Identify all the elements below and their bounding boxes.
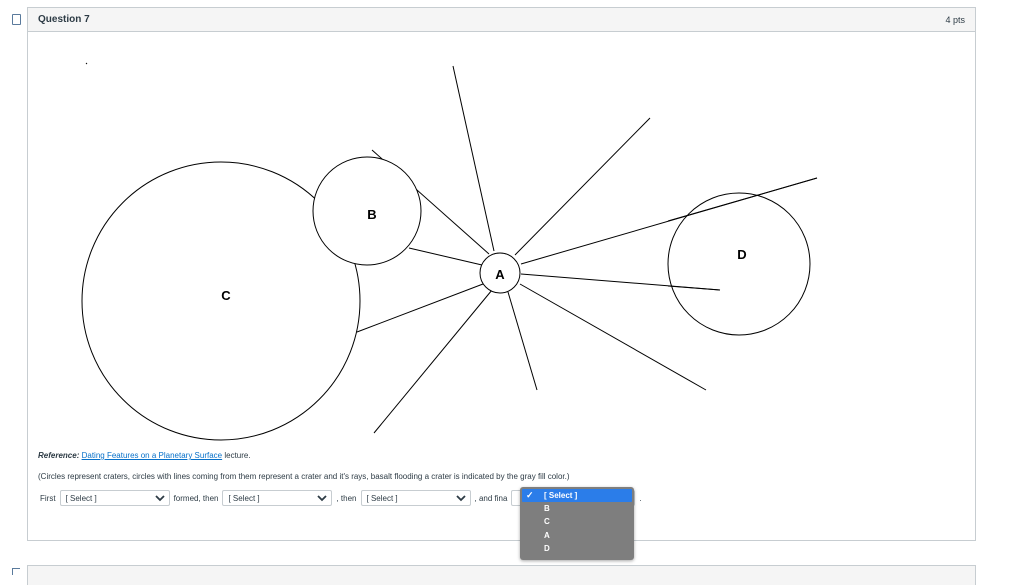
ray — [356, 283, 484, 333]
dropdown-option-label: A — [544, 530, 550, 540]
chevron-down-icon — [455, 495, 466, 502]
checkmark-icon: ✓ — [526, 490, 534, 501]
stray-mark — [85, 62, 88, 65]
question-title: Question 7 — [38, 14, 90, 25]
select-first[interactable]: [ Select ] — [59, 490, 170, 506]
dropdown-option-c[interactable]: C — [520, 515, 634, 528]
ray — [507, 291, 538, 391]
end-period: . — [639, 493, 642, 503]
ray — [373, 289, 493, 434]
crater-label-c: C — [221, 288, 231, 303]
next-question-card — [27, 565, 976, 585]
first-label: First — [40, 493, 56, 503]
crater-label-b: B — [367, 207, 376, 222]
select-third[interactable]: [ Select ] — [360, 490, 471, 506]
ray-over-d — [667, 285, 721, 291]
crater-label-a: A — [495, 267, 505, 282]
question-points: 4 pts — [945, 14, 965, 25]
formed-then-text: formed, then — [173, 493, 219, 503]
crater-label-d: D — [737, 247, 746, 262]
select-third-value: [ Select ] — [366, 493, 398, 503]
question-card: Question 7 4 pts C B A D Reference: Dati… — [27, 7, 976, 541]
dropdown-option-label: [ Select ] — [544, 491, 578, 501]
select-second[interactable]: [ Select ] — [222, 490, 333, 506]
select-dropdown-menu[interactable]: ✓ [ Select ] B C A D — [520, 487, 634, 560]
diagram-note: (Circles represent craters, circles with… — [38, 472, 570, 481]
question-header: Question 7 4 pts — [28, 8, 975, 32]
dropdown-option-label: C — [544, 517, 550, 527]
then-text: , then — [336, 493, 357, 503]
ray — [514, 117, 651, 256]
reference-link[interactable]: Dating Features on a Planetary Surface — [82, 451, 223, 460]
chevron-down-icon — [154, 495, 165, 502]
select-first-value: [ Select ] — [65, 493, 97, 503]
ray-over-d — [667, 177, 818, 222]
crater-d — [667, 192, 811, 336]
dropdown-option-select[interactable]: ✓ [ Select ] — [522, 489, 632, 503]
reference-label: Reference: — [38, 451, 80, 460]
dropdown-option-label: D — [544, 543, 550, 553]
reference-suffix: lecture. — [224, 451, 251, 460]
dropdown-option-d[interactable]: D — [520, 542, 634, 555]
and-finally-text: , and fina — [474, 493, 508, 503]
select-second-value: [ Select ] — [228, 493, 260, 503]
flag-question-icon[interactable] — [12, 568, 20, 575]
dropdown-option-a[interactable]: A — [520, 529, 634, 542]
dropdown-option-label: B — [544, 504, 550, 514]
ray — [452, 65, 495, 252]
dropdown-option-b[interactable]: B — [520, 502, 634, 515]
crater-diagram: C B A D — [81, 62, 818, 441]
ray — [408, 247, 483, 266]
reference-line: Reference: Dating Features on a Planetar… — [38, 451, 251, 460]
flag-question-icon[interactable] — [12, 14, 21, 25]
chevron-down-icon — [317, 495, 328, 502]
